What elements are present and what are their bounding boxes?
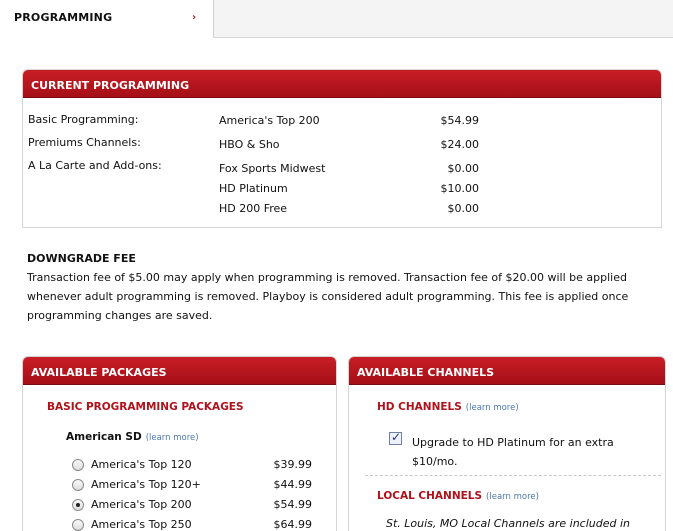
downgrade-fee-text: Transaction fee of $5.00 may apply when … — [27, 271, 629, 322]
page-content: CURRENT PROGRAMMING Basic Programming: P… — [0, 38, 673, 531]
hd-channels-title: HD CHANNELS (learn more) — [377, 401, 519, 413]
radio-button[interactable] — [72, 459, 84, 471]
panel-title: AVAILABLE PACKAGES — [23, 357, 336, 385]
current-item-name: HD 200 Free — [219, 202, 288, 215]
tab-strip: PROGRAMMING › — [0, 0, 673, 38]
tab-label: PROGRAMMING — [14, 11, 113, 24]
package-name: America's Top 120+ — [91, 478, 201, 491]
package-name: America's Top 250 — [91, 518, 192, 531]
current-item-price: $0.00 — [447, 162, 480, 175]
checkmark-icon: ✓ — [391, 430, 402, 444]
package-option[interactable]: America's Top 250 $64.99 — [72, 517, 322, 531]
package-price: $54.99 — [273, 498, 313, 511]
basic-packages-title: BASIC PROGRAMMING PACKAGES — [47, 401, 244, 413]
downgrade-fee-title: DOWNGRADE FEE — [27, 252, 136, 265]
hd-channels-label: HD CHANNELS — [377, 401, 462, 413]
current-item-price: $10.00 — [440, 182, 480, 195]
package-option[interactable]: America's Top 120 $39.99 — [72, 457, 322, 475]
package-price: $64.99 — [273, 518, 313, 531]
current-item-name: HBO & Sho — [219, 138, 280, 151]
current-item-price: $0.00 — [447, 202, 480, 215]
package-option[interactable]: America's Top 200 $54.99 — [72, 497, 322, 515]
available-packages-panel: AVAILABLE PACKAGES BASIC PROGRAMMING PAC… — [22, 356, 337, 531]
current-item-name: America's Top 200 — [219, 114, 320, 127]
package-price: $44.99 — [273, 478, 313, 491]
current-item-name: Fox Sports Midwest — [219, 162, 326, 175]
package-name: America's Top 120 — [91, 458, 192, 471]
tab-programming[interactable]: PROGRAMMING › — [0, 0, 214, 38]
radio-button[interactable] — [72, 519, 84, 531]
learn-more-link[interactable]: (learn more) — [486, 492, 539, 502]
chevron-right-icon: › — [192, 12, 197, 23]
premium-channels-label: Premiums Channels: — [28, 136, 141, 149]
package-name: America's Top 200 — [91, 498, 192, 511]
package-option[interactable]: America's Top 120+ $44.99 — [72, 477, 322, 495]
current-item-name: HD Platinum — [219, 182, 288, 195]
package-group-title: American SD (learn more) — [66, 431, 199, 443]
radio-button[interactable] — [72, 479, 84, 491]
panel-title: CURRENT PROGRAMMING — [23, 70, 661, 98]
current-programming-panel: CURRENT PROGRAMMING Basic Programming: P… — [22, 69, 662, 228]
current-item-price: $24.00 — [440, 138, 480, 151]
current-item-price: $54.99 — [440, 114, 480, 127]
downgrade-fee-notice: DOWNGRADE FEE Transaction fee of $5.00 m… — [27, 249, 647, 325]
local-channels-title: LOCAL CHANNELS (learn more) — [377, 490, 539, 502]
hd-platinum-checkbox[interactable]: ✓ — [389, 430, 402, 445]
learn-more-link[interactable]: (learn more) — [466, 403, 519, 413]
a-la-carte-label: A La Carte and Add-ons: — [28, 159, 162, 172]
basic-programming-label: Basic Programming: — [28, 113, 139, 126]
learn-more-link[interactable]: (learn more) — [146, 433, 199, 443]
divider — [365, 475, 661, 476]
hd-platinum-option-label: Upgrade to HD Platinum for an extra $10/… — [412, 436, 614, 468]
panel-title: AVAILABLE CHANNELS — [349, 357, 665, 385]
package-price: $39.99 — [273, 458, 313, 471]
available-channels-panel: AVAILABLE CHANNELS HD CHANNELS (learn mor… — [348, 356, 666, 531]
local-channels-label: LOCAL CHANNELS — [377, 490, 483, 502]
package-group-name: American SD — [66, 431, 142, 443]
local-channels-text: St. Louis, MO Local Channels are include… — [386, 517, 631, 530]
radio-button-selected[interactable] — [72, 499, 84, 511]
